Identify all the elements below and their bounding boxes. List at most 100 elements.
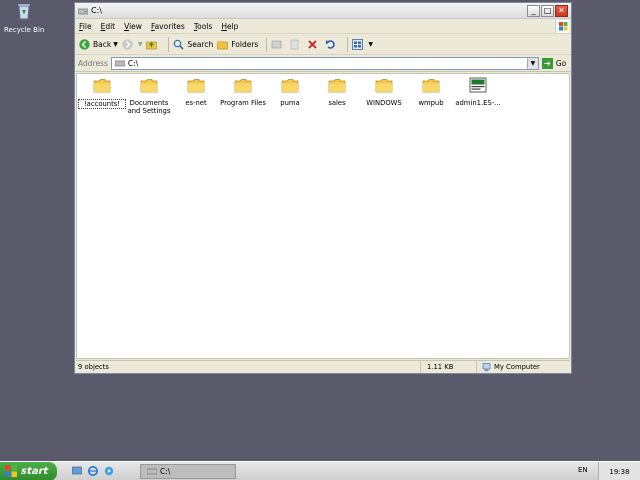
item-label: puma	[280, 99, 300, 107]
taskbar: start C:\ EN 19:38	[0, 461, 640, 480]
views-dropdown-icon[interactable]: ▼	[368, 41, 373, 48]
internet-explorer-icon[interactable]	[88, 466, 98, 476]
folder-icon	[234, 79, 252, 93]
menu-tools[interactable]: Tools	[194, 22, 212, 31]
item-label: admin1.ES-...	[455, 99, 501, 107]
recycle-bin-desktop-icon[interactable]: Recycle Bin	[4, 2, 44, 34]
taskbar-button-explorer[interactable]: C:\	[140, 463, 236, 479]
status-bar: 9 objects 1.11 KB My Computer	[76, 360, 570, 373]
menu-view[interactable]: View	[124, 22, 142, 31]
folder-item[interactable]: !accounts!	[78, 77, 126, 109]
my-computer-icon	[482, 362, 491, 371]
toolbar-separator	[266, 36, 268, 52]
folder-item[interactable]: sales	[313, 77, 361, 107]
menu-file[interactable]: File	[79, 22, 92, 31]
forward-button[interactable]: ▼	[122, 38, 143, 50]
menu-label-rest: ools	[197, 21, 213, 31]
views-button[interactable]: ▼	[352, 38, 373, 50]
start-button[interactable]: start	[0, 461, 57, 480]
menu-label-rest: dit	[105, 21, 116, 31]
folder-icon	[93, 79, 111, 93]
address-bar: Address C:\ ▼ ➔ Go	[75, 55, 571, 72]
item-label: Documents and Settings	[127, 99, 171, 115]
system-tray: 19:38	[598, 462, 640, 480]
folders-button[interactable]: Folders	[217, 39, 258, 50]
menu-bar: File Edit View Favorites Tools Help	[75, 19, 571, 34]
folders-icon	[217, 40, 229, 49]
folder-item[interactable]: Program Files	[219, 77, 267, 107]
folder-item[interactable]: puma	[266, 77, 314, 107]
item-label: Program Files	[220, 99, 266, 107]
close-icon: ✕	[558, 5, 565, 15]
standard-toolbar: Back ▼ ▼ Search Folders ▼	[75, 34, 571, 55]
folder-icon	[375, 79, 393, 93]
copy-to-button[interactable]	[289, 39, 303, 50]
menu-help[interactable]: Help	[221, 22, 238, 31]
menu-label-rest: avorites	[154, 21, 185, 31]
folder-icon	[328, 79, 346, 93]
folders-label: Folders	[231, 39, 259, 49]
toolbar-separator	[347, 36, 349, 52]
folder-item[interactable]: Documents and Settings	[125, 77, 173, 115]
back-label: Back	[93, 39, 112, 49]
delete-button[interactable]	[307, 39, 321, 50]
menu-favorites[interactable]: Favorites	[151, 22, 185, 31]
item-label: WINDOWS	[366, 99, 402, 107]
copy-to-icon	[291, 39, 299, 49]
go-arrow-icon: ➔	[541, 57, 553, 69]
certificate-file-icon	[469, 77, 487, 93]
delete-x-icon	[308, 39, 317, 49]
forward-dropdown-icon[interactable]: ▼	[138, 41, 143, 48]
status-size: 1.11 KB	[427, 363, 454, 371]
folder-up-icon	[146, 41, 158, 49]
folder-icon	[187, 79, 205, 93]
windows-flag-icon	[5, 465, 17, 477]
up-folder-button[interactable]	[146, 39, 160, 50]
windows-flag-icon	[559, 22, 568, 31]
show-desktop-icon[interactable]	[72, 466, 82, 476]
clock[interactable]: 19:38	[609, 468, 629, 476]
folder-item[interactable]: es-net	[172, 77, 220, 107]
menu-label-rest: iew	[129, 21, 142, 31]
recycle-bin-label: Recycle Bin	[4, 26, 45, 34]
folder-item[interactable]: WINDOWS	[360, 77, 408, 107]
undo-button[interactable]	[325, 39, 339, 50]
start-label: start	[21, 465, 49, 477]
search-button[interactable]: Search	[173, 39, 213, 50]
status-object-count: 9 objects	[78, 363, 109, 371]
go-button[interactable]: ➔ Go	[541, 57, 566, 69]
back-button[interactable]: Back ▼	[79, 38, 118, 50]
file-list-view[interactable]: !accounts! Documents and Settings es-net Pr…	[76, 73, 570, 359]
menu-edit[interactable]: Edit	[101, 22, 116, 31]
toolbar-separator	[168, 36, 170, 52]
folder-item[interactable]: wmpub	[407, 77, 455, 107]
address-value: C:\	[127, 58, 139, 68]
back-dropdown-icon[interactable]: ▼	[113, 41, 118, 48]
address-input[interactable]: C:\ ▼	[110, 56, 539, 70]
status-zone: My Computer	[494, 363, 540, 371]
move-to-button[interactable]	[271, 39, 285, 50]
drive-icon	[78, 8, 88, 14]
back-arrow-icon	[79, 38, 90, 50]
minimize-button[interactable]: _	[527, 4, 540, 17]
item-label: es-net	[185, 99, 207, 107]
maximize-button[interactable]: □	[541, 4, 554, 17]
item-label: wmpub	[418, 99, 444, 107]
close-button[interactable]: ✕	[555, 4, 568, 17]
media-player-icon[interactable]	[104, 466, 114, 476]
menu-label-rest: elp	[226, 21, 239, 31]
folder-icon	[422, 79, 440, 93]
explorer-window: C:\ _ □ ✕ File Edit View Favorites Tools Help…	[74, 2, 572, 374]
views-icon	[352, 38, 364, 50]
address-dropdown-icon[interactable]: ▼	[526, 57, 538, 69]
language-indicator[interactable]: EN	[578, 466, 588, 474]
move-to-icon	[272, 40, 282, 48]
maximize-icon: □	[543, 5, 552, 15]
item-label: !accounts!	[78, 99, 126, 109]
file-item[interactable]: admin1.ES-...	[454, 77, 502, 107]
item-label: sales	[328, 99, 346, 107]
title-bar[interactable]: C:\ _ □ ✕	[75, 3, 571, 19]
recycle-bin-icon	[18, 4, 30, 20]
search-icon	[174, 39, 185, 50]
folder-icon	[281, 79, 299, 93]
